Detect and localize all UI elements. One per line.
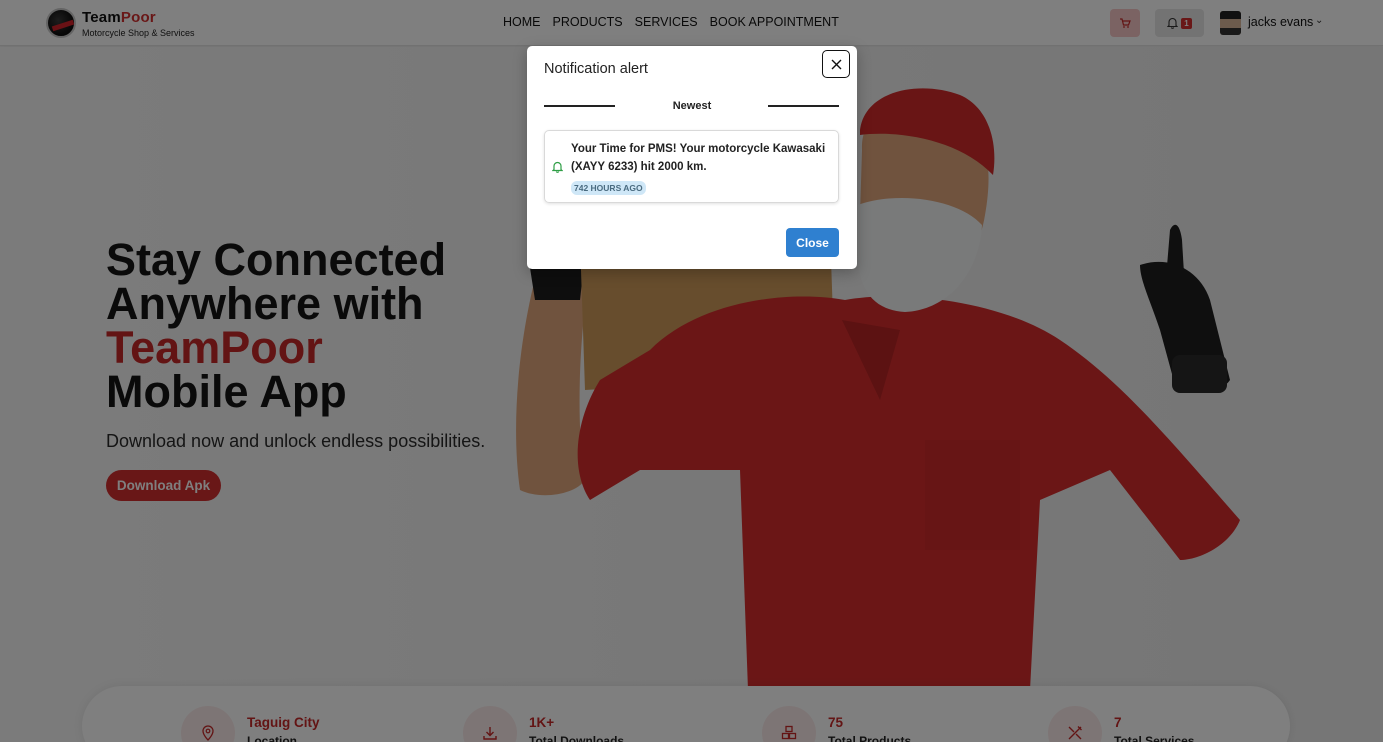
divider-right	[768, 105, 839, 107]
notification-modal: Notification alert Newest Your Time for …	[527, 46, 857, 269]
notification-item[interactable]: Your Time for PMS! Your motorcycle Kawas…	[544, 130, 839, 203]
modal-title: Notification alert	[544, 61, 648, 77]
notification-text: Your Time for PMS! Your motorcycle Kawas…	[571, 143, 826, 173]
bell-icon	[552, 161, 563, 173]
close-icon	[831, 59, 841, 69]
notification-time-badge: 742 HOURS AGO	[571, 181, 646, 195]
close-button[interactable]: Close	[786, 228, 839, 257]
modal-close-x-button[interactable]	[822, 50, 850, 78]
